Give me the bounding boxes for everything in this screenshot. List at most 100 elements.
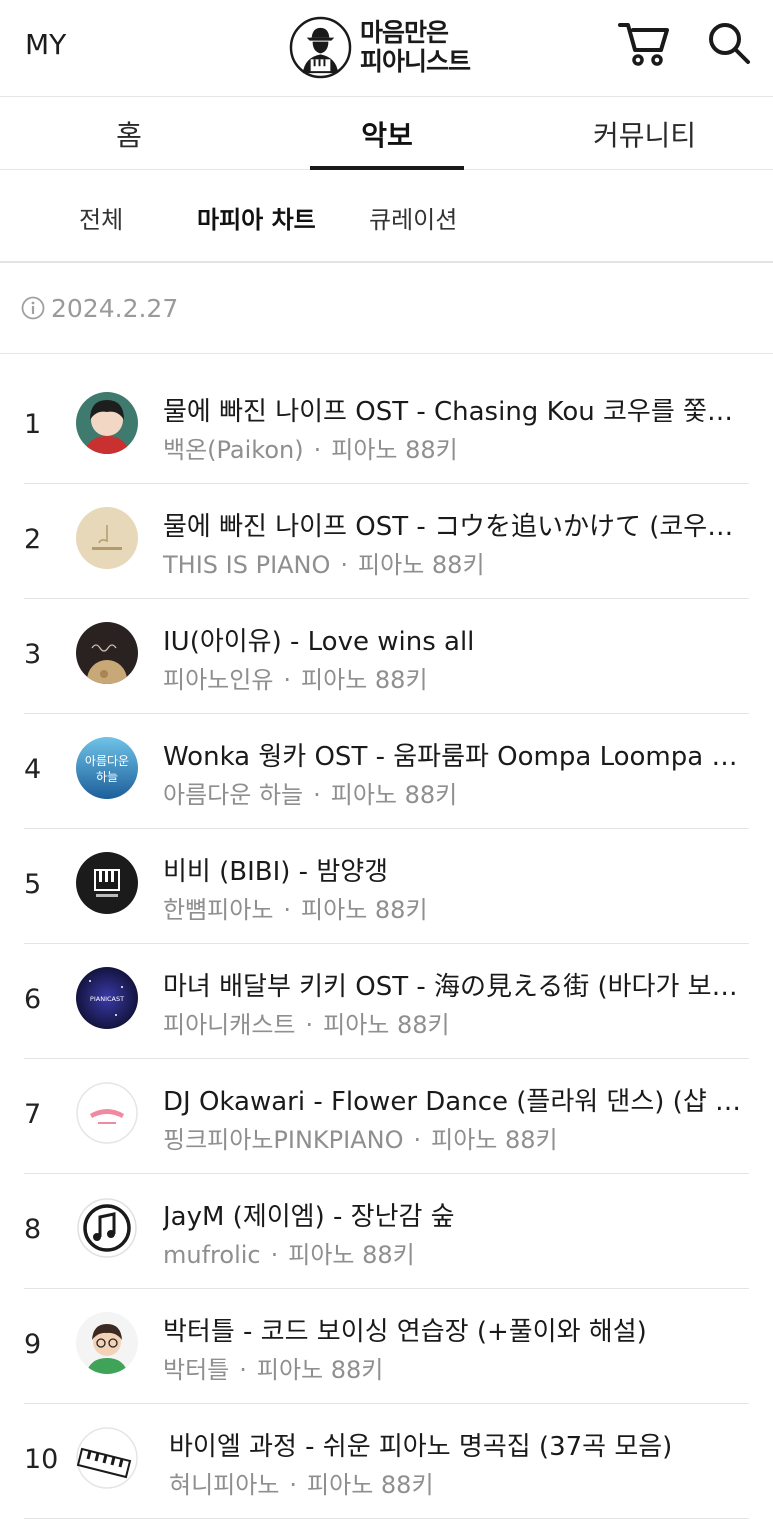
avatar xyxy=(76,507,138,569)
subtab-all[interactable]: 전체 xyxy=(79,200,123,235)
song-title: IU(아이유) - Love wins all xyxy=(163,627,475,657)
song-meta: 백온(Paikon) · 피아노 88키 xyxy=(163,430,458,465)
tab-community[interactable]: 커뮤니티 xyxy=(516,97,773,170)
chart-date: 2024.2.27 xyxy=(51,294,179,323)
song-title: 바이엘 과정 - 쉬운 피아노 명곡집 (37곡 모음) xyxy=(169,1432,673,1462)
separator-dot: · xyxy=(283,666,292,694)
list-item[interactable]: 9 박터틀 - 코드 보이싱 연습장 (+풀이와 해설) 박터틀 · 피아노 88키 xyxy=(0,1289,773,1404)
song-meta: 아름다운 하늘 · 피아노 88키 xyxy=(163,775,457,810)
tab-home[interactable]: 홈 xyxy=(0,97,258,170)
list-item[interactable]: 2 물에 빠진 나이프 OST - コウを追いかけて (코우를 쫓아서) THI… xyxy=(0,484,773,599)
rank-number: 9 xyxy=(24,1329,42,1360)
row-divider xyxy=(24,1518,749,1519)
brand-name-line1: 마음만은 xyxy=(360,18,449,47)
song-title: 물에 빠진 나이프 OST - Chasing Kou 코우를 쫓아서 xyxy=(163,397,745,427)
my-page-link[interactable]: MY xyxy=(25,28,66,61)
avatar xyxy=(76,1312,138,1374)
chart-date-bar: 2024.2.27 xyxy=(0,263,773,354)
avatar-text-2: 하늘 xyxy=(96,770,118,784)
instrument-type: 피아노 88키 xyxy=(307,1471,434,1499)
rank-number: 1 xyxy=(24,409,42,440)
avatar xyxy=(76,1427,138,1489)
instrument-type: 피아노 88키 xyxy=(431,1126,558,1154)
info-icon[interactable] xyxy=(21,296,45,320)
rank-number: 8 xyxy=(24,1214,42,1245)
author-name: 핑크피아노PINKPIANO xyxy=(163,1126,404,1154)
instrument-type: 피아노 88키 xyxy=(301,666,428,694)
separator-dot: · xyxy=(413,1126,422,1154)
author-name: 아름다운 하늘 xyxy=(163,781,304,809)
brand-name-line2: 피아니스트 xyxy=(360,47,471,76)
instrument-type: 피아노 88키 xyxy=(256,1356,384,1384)
list-item[interactable]: 10 바이엘 과정 - 쉬운 피아노 명곡집 (37곡 모음) 혀니피아노 · 피아… xyxy=(0,1404,773,1519)
main-tabs: 홈 악보 커뮤니티 xyxy=(0,97,773,170)
avatar xyxy=(76,852,138,914)
separator-dot: · xyxy=(289,1471,298,1499)
song-title: 박터틀 - 코드 보이싱 연습장 (+풀이와 해설) xyxy=(163,1317,647,1347)
instrument-type: 피아노 88키 xyxy=(301,896,428,924)
avatar-text-1: PIANICAST xyxy=(90,995,124,1003)
song-meta: 박터틀 · 피아노 88키 xyxy=(163,1350,383,1385)
app-header: MY 마음만은 피아니스트 xyxy=(0,0,773,97)
cart-icon[interactable] xyxy=(617,19,671,67)
list-item[interactable]: 4 아름다운 하늘 Wonka 웡카 OST - 움파룸파 Oompa Loom… xyxy=(0,714,773,829)
song-meta: 피아노인유 · 피아노 88키 xyxy=(163,660,428,695)
list-item[interactable]: 5 비비 (BIBI) - 밤양갱 한뼘피아노 · 피아노 88키 xyxy=(0,829,773,944)
sub-tabs: 전체 마피아 차트 큐레이션 xyxy=(0,170,773,263)
rank-number: 3 xyxy=(24,639,42,670)
instrument-type: 피아노 88키 xyxy=(288,1241,415,1269)
separator-dot: · xyxy=(239,1356,247,1384)
song-title: 비비 (BIBI) - 밤양갱 xyxy=(163,857,389,887)
avatar xyxy=(76,622,138,684)
separator-dot: · xyxy=(340,551,349,579)
pianist-logo-icon xyxy=(289,16,352,78)
song-title: 마녀 배달부 키키 OST - 海の見える街 (바다가 보이는 마을) xyxy=(163,972,745,1002)
rank-number: 10 xyxy=(24,1444,59,1475)
subtab-mafia-chart[interactable]: 마피아 차트 xyxy=(197,200,316,235)
song-meta: THIS IS PIANO · 피아노 88키 xyxy=(163,545,485,580)
brand-name: 마음만은 피아니스트 xyxy=(360,18,471,76)
author-name: 박터틀 xyxy=(163,1356,230,1384)
separator-dot: · xyxy=(283,896,292,924)
rank-number: 6 xyxy=(24,984,42,1015)
song-title: Wonka 웡카 OST - 움파룸파 Oompa Loompa Song xyxy=(163,742,745,772)
list-item[interactable]: 3 IU(아이유) - Love wins all 피아노인유 · 피아노 88키 xyxy=(0,599,773,714)
brand-logo[interactable]: 마음만은 피아니스트 xyxy=(289,14,471,80)
author-name: 혀니피아노 xyxy=(169,1471,280,1499)
avatar: 아름다운 하늘 xyxy=(76,737,138,799)
rank-number: 5 xyxy=(24,869,42,900)
author-name: mufrolic xyxy=(163,1241,261,1269)
instrument-type: 피아노 88키 xyxy=(323,1011,450,1039)
author-name: 피아니캐스트 xyxy=(163,1011,296,1039)
tab-sheet-music[interactable]: 악보 xyxy=(258,97,516,170)
avatar-text-1: 아름다운 xyxy=(85,754,129,768)
song-meta: 피아니캐스트 · 피아노 88키 xyxy=(163,1005,450,1040)
author-name: THIS IS PIANO xyxy=(163,551,331,579)
avatar xyxy=(76,1197,138,1259)
song-title: 물에 빠진 나이프 OST - コウを追いかけて (코우를 쫓아서) xyxy=(163,512,745,542)
instrument-type: 피아노 88키 xyxy=(358,551,485,579)
subtab-curation[interactable]: 큐레이션 xyxy=(369,200,457,235)
song-meta: 혀니피아노 · 피아노 88키 xyxy=(169,1465,434,1500)
avatar xyxy=(76,1082,138,1144)
avatar xyxy=(76,392,138,454)
song-title: DJ Okawari - Flower Dance (플라워 댄스) (샵 6개… xyxy=(163,1087,745,1117)
separator-dot: · xyxy=(313,781,321,809)
rank-number: 2 xyxy=(24,524,42,555)
song-meta: 한뼘피아노 · 피아노 88키 xyxy=(163,890,428,925)
separator-dot: · xyxy=(313,436,322,464)
song-meta: mufrolic · 피아노 88키 xyxy=(163,1235,415,1270)
avatar: PIANICAST xyxy=(76,967,138,1029)
list-item[interactable]: 1 물에 빠진 나이프 OST - Chasing Kou 코우를 쫓아서 백온… xyxy=(0,369,773,484)
rank-number: 4 xyxy=(24,754,42,785)
author-name: 피아노인유 xyxy=(163,666,274,694)
instrument-type: 피아노 88키 xyxy=(330,781,458,809)
list-item[interactable]: 6 PIANICAST 마녀 배달부 키키 OST - 海の見える街 (바다가 … xyxy=(0,944,773,1059)
author-name: 한뼘피아노 xyxy=(163,896,274,924)
list-item[interactable]: 7 DJ Okawari - Flower Dance (플라워 댄스) (샵 … xyxy=(0,1059,773,1174)
instrument-type: 피아노 88키 xyxy=(331,436,458,464)
search-icon[interactable] xyxy=(706,20,752,66)
list-item[interactable]: 8 JayM (제이엠) - 장난감 숲 mufrolic · 피아노 88키 xyxy=(0,1174,773,1289)
rank-number: 7 xyxy=(24,1099,42,1130)
author-name: 백온(Paikon) xyxy=(163,436,304,464)
